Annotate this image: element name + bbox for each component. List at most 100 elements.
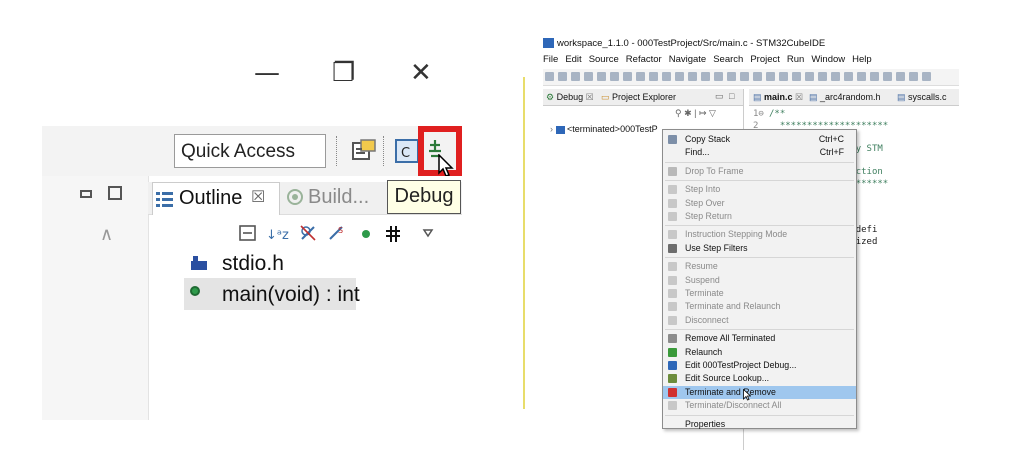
- toolbar-button-icon[interactable]: [792, 72, 801, 81]
- toolbar-button-icon[interactable]: [779, 72, 788, 81]
- step-over-icon: [668, 198, 677, 208]
- tab-close-icon[interactable]: ☒: [586, 92, 594, 102]
- menu-item-label: Terminate and Remove: [685, 386, 776, 397]
- menu-item-instruction-stepping-mode[interactable]: Instruction Stepping Mode: [663, 228, 856, 241]
- c-file-icon: ▤: [753, 92, 765, 102]
- toolbar-button-icon[interactable]: [896, 72, 905, 81]
- expand-icon[interactable]: ›: [550, 124, 553, 134]
- view-maximize-icon[interactable]: [108, 186, 122, 200]
- debug-tree-item[interactable]: › <terminated>000TestP: [550, 124, 658, 134]
- menu-item-step-over[interactable]: Step Over: [663, 197, 856, 210]
- menu-item-edit-000testproject-debug[interactable]: Edit 000TestProject Debug...: [663, 359, 856, 372]
- menu-item-label: Relaunch: [685, 346, 723, 357]
- scroll-up-icon[interactable]: ∧: [100, 224, 113, 245]
- tab-project-explorer[interactable]: ▭ Project Explorer: [601, 89, 676, 105]
- menu-navigate[interactable]: Navigate: [669, 54, 707, 65]
- menu-item-relaunch[interactable]: Relaunch: [663, 346, 856, 359]
- menu-file[interactable]: File: [543, 54, 558, 65]
- menu-item-resume[interactable]: Resume: [663, 260, 856, 273]
- menu-item-suspend[interactable]: Suspend: [663, 274, 856, 287]
- toolbar-button-icon[interactable]: [571, 72, 580, 81]
- toolbar-button-icon[interactable]: [883, 72, 892, 81]
- toolbar-button-icon[interactable]: [701, 72, 710, 81]
- view-minimize-icon[interactable]: [80, 190, 92, 198]
- menu-item-drop-to-frame[interactable]: Drop To Frame: [663, 165, 856, 178]
- menu-run[interactable]: Run: [787, 54, 804, 65]
- function-icon: [190, 286, 200, 296]
- debug-tree-item-label: <terminated>000TestP: [567, 124, 658, 134]
- outline-item-stdio[interactable]: stdio.h: [222, 252, 284, 276]
- include-icon: [190, 254, 208, 276]
- toolbar-button-icon[interactable]: [545, 72, 554, 81]
- menu-separator: [665, 225, 854, 227]
- menu-item-step-into[interactable]: Step Into: [663, 183, 856, 196]
- toolbar-button-icon[interactable]: [870, 72, 879, 81]
- tab-close-icon[interactable]: ☒: [793, 92, 803, 102]
- menu-source[interactable]: Source: [589, 54, 619, 65]
- toolbar-button-icon[interactable]: [831, 72, 840, 81]
- toolbar-button-icon[interactable]: [766, 72, 775, 81]
- close-button[interactable]: ✕: [410, 58, 432, 88]
- toolbar-button-icon[interactable]: [610, 72, 619, 81]
- zoomed-toolbar-panel: — ❐ ✕ Quick Access C ∧ Outline ☒ Build..…: [0, 0, 520, 475]
- menu-item-copy-stack[interactable]: Copy Stack Ctrl+C: [663, 133, 856, 146]
- toolbar-button-icon[interactable]: [623, 72, 632, 81]
- tab-close-icon[interactable]: ☒: [251, 187, 265, 207]
- toolbar-button-icon[interactable]: [740, 72, 749, 81]
- open-perspective-icon[interactable]: [350, 137, 378, 165]
- menu-search[interactable]: Search: [713, 54, 743, 65]
- menu-item-step-return[interactable]: Step Return: [663, 210, 856, 223]
- toolbar-button-icon[interactable]: [675, 72, 684, 81]
- c-file-icon: ▤: [809, 92, 821, 102]
- outline-item-main[interactable]: main(void) : int: [222, 283, 360, 307]
- toolbar-button-icon[interactable]: [649, 72, 658, 81]
- launch-config-icon: [555, 125, 565, 134]
- menu-item-terminate-and-relaunch[interactable]: Terminate and Relaunch: [663, 300, 856, 313]
- toolbar-button-icon[interactable]: [805, 72, 814, 81]
- editor-tab[interactable]: ▤ main.c ☒: [753, 89, 803, 105]
- view-maximize-icon[interactable]: □: [729, 88, 734, 104]
- menu-item-properties[interactable]: Properties: [663, 418, 856, 431]
- instruction-stepping-icon: [668, 230, 677, 240]
- menu-project[interactable]: Project: [750, 54, 780, 65]
- outline-icon: [155, 189, 175, 213]
- toolbar-button-icon[interactable]: [844, 72, 853, 81]
- toolbar-button-icon[interactable]: [909, 72, 918, 81]
- toolbar-button-icon[interactable]: [636, 72, 645, 81]
- menu-separator: [665, 180, 854, 182]
- editor-tab[interactable]: ▤ syscalls.c: [897, 89, 947, 105]
- minimize-button[interactable]: —: [254, 58, 280, 88]
- toolbar-button-icon[interactable]: [688, 72, 697, 81]
- maximize-button[interactable]: ❐: [332, 58, 355, 88]
- menu-item-terminate-disconnect-all[interactable]: Terminate/Disconnect All: [663, 399, 856, 412]
- menu-item-edit-source-lookup[interactable]: Edit Source Lookup...: [663, 372, 856, 385]
- editor-tab[interactable]: ▤ _arc4random.h: [809, 89, 881, 105]
- toolbar-button-icon[interactable]: [753, 72, 762, 81]
- menu-item-label: Terminate/Disconnect All: [685, 400, 782, 411]
- toolbar-button-icon[interactable]: [818, 72, 827, 81]
- menu-refactor[interactable]: Refactor: [626, 54, 662, 65]
- view-minimize-icon[interactable]: ▭: [715, 88, 724, 104]
- toolbar-button-icon[interactable]: [558, 72, 567, 81]
- toolbar-button-icon[interactable]: [584, 72, 593, 81]
- tab-debug[interactable]: ⚙ Debug ☒: [546, 89, 594, 105]
- menu-item-disconnect[interactable]: Disconnect: [663, 314, 856, 327]
- source-lookup-icon: [668, 374, 677, 384]
- toolbar-button-icon[interactable]: [597, 72, 606, 81]
- toolbar-button-icon[interactable]: [727, 72, 736, 81]
- toolbar-button-icon[interactable]: [857, 72, 866, 81]
- menu-item-find[interactable]: Find... Ctrl+F: [663, 146, 856, 159]
- toolbar-button-icon[interactable]: [922, 72, 931, 81]
- menu-window[interactable]: Window: [811, 54, 845, 65]
- menu-item-use-step-filters[interactable]: Use Step Filters: [663, 242, 856, 255]
- toolbar-button-icon[interactable]: [662, 72, 671, 81]
- menu-edit[interactable]: Edit: [565, 54, 581, 65]
- toolbar-button-icon[interactable]: [714, 72, 723, 81]
- menu-item-terminate[interactable]: Terminate: [663, 287, 856, 300]
- tab-outline[interactable]: Outline ☒: [152, 182, 280, 215]
- tab-build[interactable]: Build...: [308, 186, 369, 209]
- menu-help[interactable]: Help: [852, 54, 872, 65]
- menu-item-terminate-and-remove[interactable]: Terminate and Remove: [663, 385, 856, 401]
- menu-item-remove-all-terminated[interactable]: Remove All Terminated: [663, 332, 856, 345]
- quick-access-field[interactable]: Quick Access: [174, 134, 326, 168]
